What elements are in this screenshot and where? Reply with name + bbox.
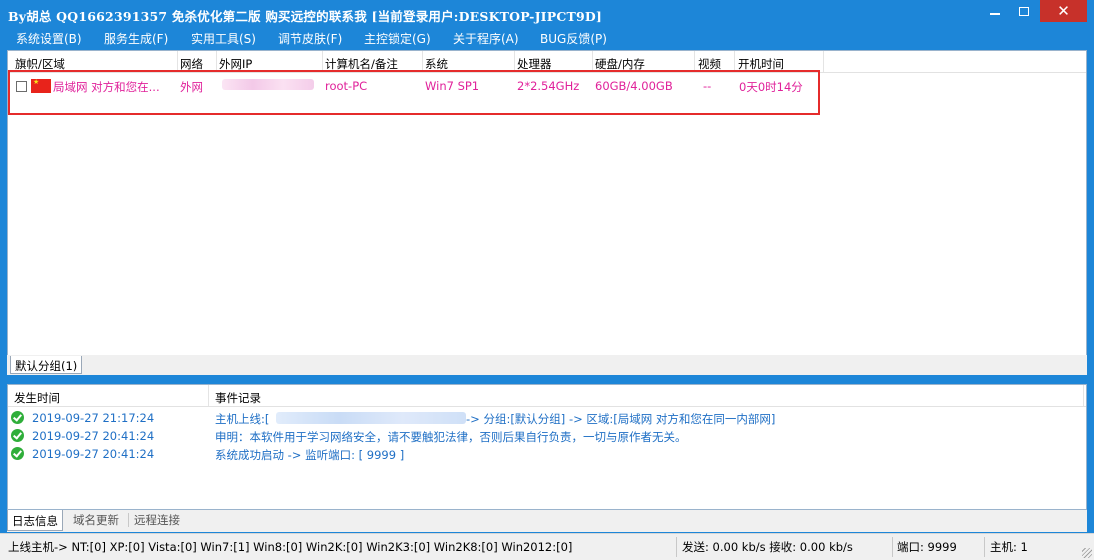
log-entry[interactable]: 2019-09-27 20:41:24 申明：本软件用于学习网络安全，请不要触犯… (8, 427, 1086, 445)
status-bar: 上线主机-> NT:[0] XP:[0] Vista:[0] Win7:[1] … (0, 533, 1094, 560)
status-traffic: 发送: 0.00 kb/s 接收: 0.00 kb/s (682, 540, 853, 554)
log-time: 2019-09-27 20:41:24 (32, 429, 155, 443)
log-ip-redacted (276, 412, 466, 424)
menu-lock[interactable]: 主控锁定(G) (364, 30, 431, 47)
success-icon (11, 447, 24, 460)
menu-build-service[interactable]: 服务生成(F) (104, 30, 168, 47)
log-entry[interactable]: 2019-09-27 20:41:24 系统成功启动 -> 监听端口: [ 99… (8, 445, 1086, 463)
success-icon (11, 429, 24, 442)
log-header: 发生时间 事件记录 (8, 385, 1086, 407)
menu-skin[interactable]: 调节皮肤(F) (278, 30, 342, 47)
tab-log-info[interactable]: 日志信息 (7, 510, 63, 531)
menu-system-settings[interactable]: 系统设置(B) (16, 30, 82, 47)
window-title: By胡总 QQ1662391357 免杀优化第二版 购买远控的联系我 [当前登录… (8, 9, 603, 24)
col-event[interactable]: 事件记录 (215, 390, 261, 406)
menu-bug-report[interactable]: BUG反馈(P) (540, 30, 607, 47)
minimize-icon (990, 13, 1000, 15)
log-text: 系统成功启动 -> 监听端口: [ 9999 ] (215, 448, 405, 462)
resize-grip-icon[interactable] (1082, 548, 1092, 558)
event-log[interactable]: 发生时间 事件记录 2019-09-27 21:17:24 主机上线:[ -> … (7, 384, 1087, 510)
minimize-button[interactable] (980, 0, 1010, 22)
menu-tools[interactable]: 实用工具(S) (191, 30, 256, 47)
group-tab-bar: 默认分组(1) (7, 355, 1087, 375)
log-text: 申明：本软件用于学习网络安全，请不要触犯法律，否则后果自行负责，一切与原作者无关… (215, 430, 687, 444)
log-time: 2019-09-27 21:17:24 (32, 411, 155, 425)
close-button[interactable]: ✕ (1040, 0, 1087, 22)
app-window: By胡总 QQ1662391357 免杀优化第二版 购买远控的联系我 [当前登录… (0, 0, 1094, 560)
status-port: 端口: 9999 (897, 540, 957, 554)
status-online-hosts: 上线主机-> NT:[0] XP:[0] Vista:[0] Win7:[1] … (8, 540, 573, 554)
title-bar[interactable]: By胡总 QQ1662391357 免杀优化第二版 购买远控的联系我 [当前登录… (0, 0, 1094, 28)
menu-about[interactable]: 关于程序(A) (453, 30, 519, 47)
menu-bar: 系统设置(B) 服务生成(F) 实用工具(S) 调节皮肤(F) 主控锁定(G) … (0, 28, 1094, 48)
tab-remote-connect[interactable]: 远程连接 (134, 512, 180, 528)
maximize-icon (1019, 6, 1029, 16)
log-tab-bar: 日志信息 域名更新 远程连接 (7, 510, 1087, 532)
maximize-button[interactable] (1010, 0, 1038, 22)
col-time[interactable]: 发生时间 (14, 390, 60, 406)
log-text-suffix: -> 分组:[默认分组] -> 区域:[局域网 对方和您在同一内部网] (466, 412, 776, 426)
status-host-count: 主机: 1 (990, 540, 1028, 554)
close-icon: ✕ (1057, 1, 1070, 20)
log-text-prefix: 主机上线:[ (215, 412, 270, 426)
tab-default-group[interactable]: 默认分组(1) (10, 356, 83, 374)
highlight-box (8, 70, 820, 115)
success-icon (11, 411, 24, 424)
log-entry[interactable]: 2019-09-27 21:17:24 主机上线:[ -> 分组:[默认分组] … (8, 409, 1086, 427)
log-time: 2019-09-27 20:41:24 (32, 447, 155, 461)
tab-domain-update[interactable]: 域名更新 (73, 512, 119, 528)
